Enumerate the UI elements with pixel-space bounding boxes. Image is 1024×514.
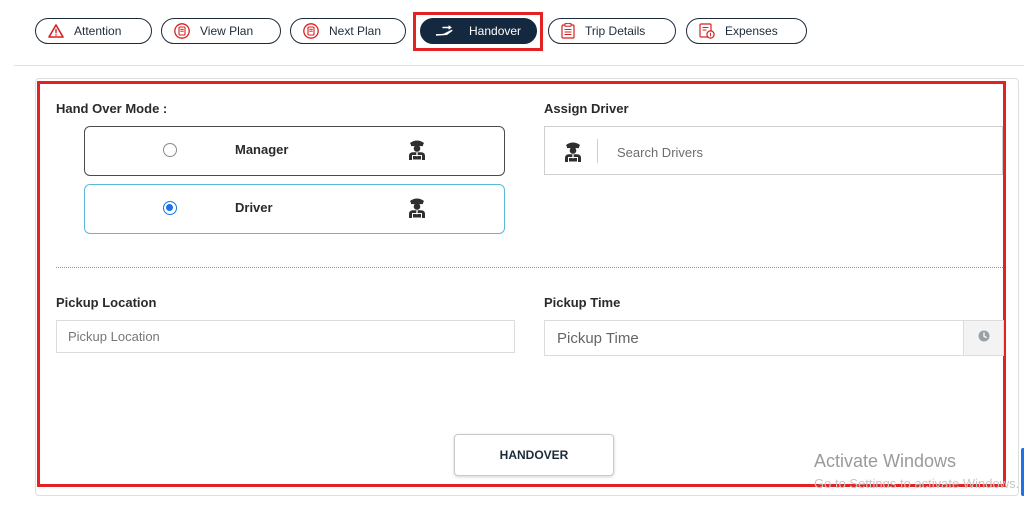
assign-driver-label: Assign Driver bbox=[544, 101, 629, 116]
tab-view-plan[interactable]: View Plan bbox=[161, 18, 281, 44]
tab-next-plan[interactable]: Next Plan bbox=[290, 18, 406, 44]
mode-option-manager[interactable]: Manager bbox=[84, 126, 505, 176]
mode-label: Manager bbox=[235, 142, 289, 157]
clock-button[interactable] bbox=[964, 320, 1004, 356]
active-tab-highlight bbox=[413, 12, 543, 51]
mode-option-driver[interactable]: Driver bbox=[84, 184, 505, 234]
clock-icon bbox=[978, 329, 990, 347]
pickup-time-input[interactable] bbox=[544, 320, 964, 356]
handover-button[interactable]: HANDOVER bbox=[454, 434, 614, 476]
section-divider bbox=[56, 267, 1003, 268]
tab-label: Next Plan bbox=[329, 24, 382, 38]
driver-person-icon bbox=[563, 140, 583, 169]
tab-label: View Plan bbox=[200, 24, 254, 38]
tab-label: Attention bbox=[74, 24, 122, 38]
handover-mode-label: Hand Over Mode : bbox=[56, 101, 168, 116]
pickup-time-label: Pickup Time bbox=[544, 295, 621, 310]
receipt-icon bbox=[699, 23, 715, 39]
driver-search-input[interactable] bbox=[615, 139, 989, 165]
tab-attention[interactable]: Attention bbox=[35, 18, 152, 44]
tab-label: Trip Details bbox=[585, 24, 646, 38]
tab-trip-details[interactable]: Trip Details bbox=[548, 18, 676, 44]
search-separator bbox=[597, 139, 598, 163]
tab-expenses[interactable]: Expenses bbox=[686, 18, 807, 44]
document-icon bbox=[174, 23, 190, 39]
warning-triangle-icon bbox=[48, 24, 64, 38]
manager-radio[interactable] bbox=[163, 143, 177, 157]
driver-search-field bbox=[544, 126, 1003, 175]
driver-radio[interactable] bbox=[163, 201, 177, 215]
list-icon bbox=[561, 23, 575, 39]
driver-person-icon bbox=[407, 138, 427, 167]
tab-label: Expenses bbox=[725, 24, 778, 38]
activate-windows-subtext: Go to Settings to activate Windows. bbox=[814, 476, 1020, 488]
mode-label: Driver bbox=[235, 200, 273, 215]
document-icon bbox=[303, 23, 319, 39]
pickup-location-label: Pickup Location bbox=[56, 295, 157, 310]
tabs-divider bbox=[14, 65, 1024, 66]
activate-windows-watermark: Activate Windows bbox=[814, 451, 957, 471]
driver-person-icon bbox=[407, 196, 427, 225]
pickup-location-input[interactable] bbox=[56, 320, 515, 353]
